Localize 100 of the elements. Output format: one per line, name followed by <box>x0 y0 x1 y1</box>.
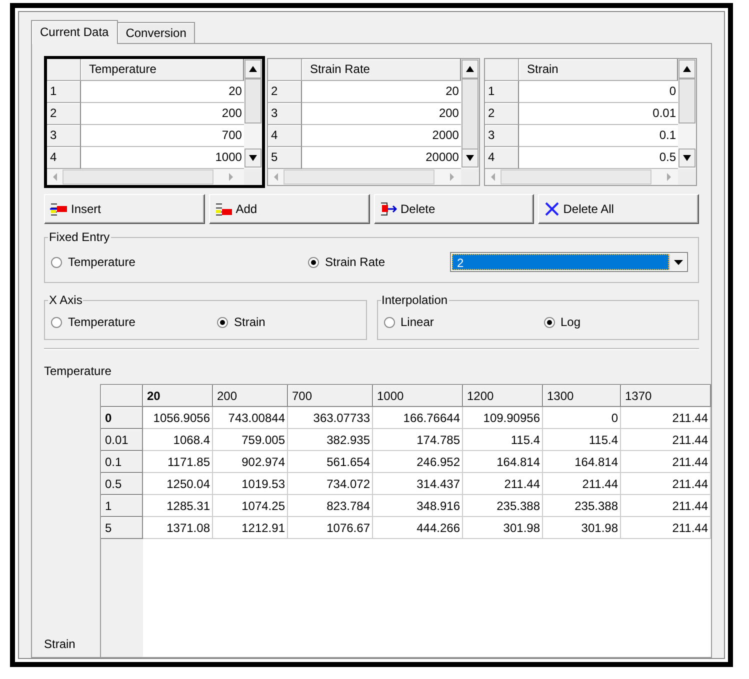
radio-option[interactable]: Temperature <box>51 255 308 269</box>
column-header[interactable]: 1370 <box>621 385 711 407</box>
row-header[interactable]: 0.5 <box>101 473 143 495</box>
table-cell: 823.784 <box>288 495 373 517</box>
table-cell: 1019.53 <box>213 473 288 495</box>
grid-cell[interactable]: 20000 <box>302 147 461 169</box>
table-cell: 759.005 <box>213 429 288 451</box>
list-grid[interactable]: Strain Rate 2 20 3 200 4 2000 5 20000 <box>266 58 480 186</box>
radio-option[interactable]: Log <box>544 315 688 329</box>
table-cell: 211.44 <box>543 473 621 495</box>
axis-label: Strain <box>44 637 76 651</box>
group-title: Fixed Entry <box>48 230 111 244</box>
column-header[interactable]: 1300 <box>543 385 621 407</box>
table-cell: 211.44 <box>463 473 543 495</box>
column-header[interactable]: 700 <box>288 385 373 407</box>
radio-option[interactable]: Linear <box>384 315 544 329</box>
table-cell: 348.916 <box>373 495 463 517</box>
grid-cell[interactable]: 20 <box>81 81 244 103</box>
column-header[interactable]: 200 <box>213 385 288 407</box>
radio-button[interactable] <box>217 316 228 328</box>
radio-label: Strain Rate <box>325 255 386 269</box>
radio-option[interactable]: Temperature <box>51 315 217 329</box>
column-header: Strain <box>518 59 678 81</box>
table-cell: 174.785 <box>373 429 463 451</box>
row-header: 2 <box>484 103 519 125</box>
toolbar-button[interactable]: Delete <box>374 194 534 224</box>
radio-button[interactable] <box>544 316 554 328</box>
grid-cell[interactable]: 2000 <box>302 125 461 147</box>
radio-label: Log <box>560 315 581 329</box>
vertical-scrollbar[interactable] <box>678 59 696 185</box>
radio-label: Linear <box>400 315 434 329</box>
table-cell: 1171.85 <box>143 451 213 473</box>
row-header: 4 <box>47 147 81 169</box>
grid-cell[interactable]: 200 <box>81 103 244 125</box>
toolbar-button[interactable]: Insert <box>44 194 205 224</box>
table-cell: 1056.9056 <box>143 407 213 429</box>
row-header[interactable]: 0.1 <box>101 451 143 473</box>
header-corner <box>47 59 81 81</box>
column-header: Temperature <box>81 59 244 81</box>
table-cell: 734.072 <box>288 473 373 495</box>
axis-label: Temperature <box>44 364 112 378</box>
toolbar-button[interactable]: Add <box>208 194 370 224</box>
table-cell: 164.814 <box>543 451 621 473</box>
vertical-scrollbar[interactable] <box>244 59 262 185</box>
table-cell: 1371.08 <box>143 517 213 539</box>
row-header[interactable]: 0 <box>101 407 143 429</box>
dropdown-value: 2 <box>452 254 669 270</box>
dropdown[interactable]: 2 <box>450 252 688 272</box>
table-cell: 0 <box>543 407 621 429</box>
radio-label: Temperature <box>68 315 136 329</box>
group-title: Interpolation <box>380 293 449 307</box>
radio-button[interactable] <box>308 256 319 268</box>
row-header: 3 <box>484 125 519 147</box>
table-cell: 164.814 <box>463 451 543 473</box>
row-header: 2 <box>268 81 302 103</box>
insert-row-icon <box>49 201 69 217</box>
table-cell: 561.654 <box>288 451 373 473</box>
table-cell: 363.07733 <box>288 407 373 429</box>
table-cell: 1250.04 <box>143 473 213 495</box>
row-header: 3 <box>47 125 81 147</box>
radio-option[interactable]: Strain <box>217 315 356 329</box>
column-header[interactable]: 1200 <box>463 385 543 407</box>
grid-cell[interactable]: 1000 <box>81 147 244 169</box>
column-header[interactable]: 1000 <box>373 385 463 407</box>
row-header[interactable]: 0.01 <box>101 429 143 451</box>
add-row-icon <box>214 201 234 217</box>
table-cell: 246.952 <box>373 451 463 473</box>
radio-button[interactable] <box>384 316 394 328</box>
header-corner <box>484 59 519 81</box>
column-header[interactable]: 20 <box>143 385 213 407</box>
grid-cell[interactable]: 200 <box>302 103 461 125</box>
radio-button[interactable] <box>51 316 62 328</box>
row-header: 3 <box>268 103 302 125</box>
list-grid[interactable]: Strain 1 0 2 0.01 3 0.1 4 0.5 <box>484 58 698 186</box>
table-cell: 115.4 <box>543 429 621 451</box>
table-cell: 109.90956 <box>463 407 543 429</box>
table-cell: 211.44 <box>621 451 711 473</box>
table-cell: 1076.67 <box>288 517 373 539</box>
grid-cell[interactable]: 20 <box>302 81 461 103</box>
grid-cell[interactable]: 700 <box>81 125 244 147</box>
tab[interactable]: Current Data <box>31 20 118 44</box>
grid-cell[interactable]: 0.1 <box>518 125 678 147</box>
grid-cell[interactable]: 0.5 <box>518 147 678 169</box>
table-cell: 1074.25 <box>213 495 288 517</box>
row-header[interactable]: 5 <box>101 517 143 539</box>
list-grid[interactable]: Temperature 1 20 2 200 3 700 4 1000 <box>44 56 265 188</box>
radio-option[interactable]: Strain Rate <box>308 255 450 269</box>
row-header: 4 <box>268 125 302 147</box>
grid-cell[interactable]: 0.01 <box>518 103 678 125</box>
table-cell: 301.98 <box>463 517 543 539</box>
dropdown-arrow-icon[interactable] <box>674 260 682 264</box>
row-header[interactable]: 1 <box>101 495 143 517</box>
table-cell: 211.44 <box>621 495 711 517</box>
toolbar-button[interactable]: Delete All <box>538 194 699 224</box>
tab[interactable]: Conversion <box>116 22 196 44</box>
row-header: 5 <box>268 147 302 169</box>
grid-cell[interactable]: 0 <box>518 81 678 103</box>
table-cell: 1068.4 <box>143 429 213 451</box>
radio-button[interactable] <box>51 256 62 268</box>
vertical-scrollbar[interactable] <box>460 59 479 185</box>
